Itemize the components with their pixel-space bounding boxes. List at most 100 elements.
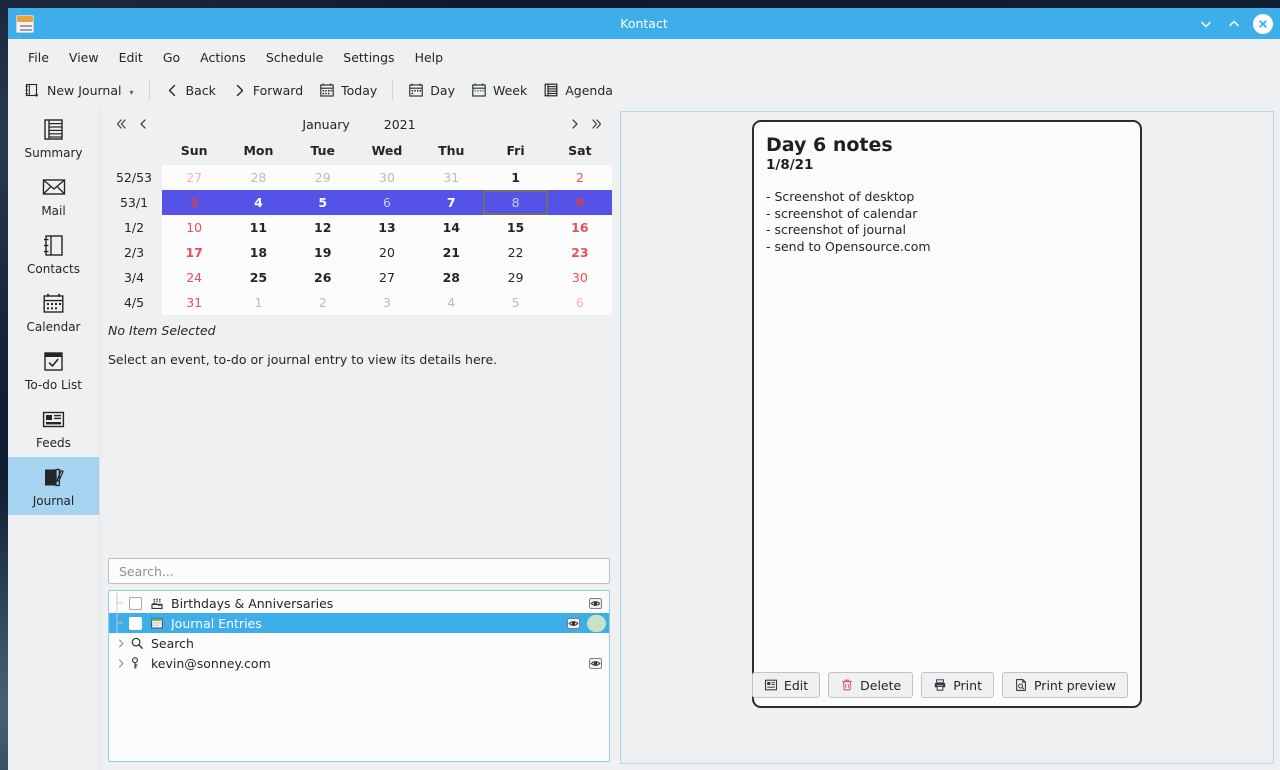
calendar-week-row[interactable]: 3/424252627282930 (106, 265, 612, 290)
menu-settings[interactable]: Settings (333, 48, 404, 67)
calendar-day-cell[interactable]: 9 (548, 190, 612, 215)
calendar-day-cell[interactable]: 28 (419, 265, 483, 290)
calendar-week-row[interactable]: 2/317181920212223 (106, 240, 612, 265)
today-button[interactable]: Today (311, 78, 385, 102)
week-number[interactable]: 52/53 (106, 165, 162, 190)
sidebar-item-todo-list[interactable]: To-do List (8, 341, 99, 399)
calendar-day-cell[interactable]: 7 (419, 190, 483, 215)
search-input[interactable] (117, 563, 601, 580)
chevron-down-icon[interactable]: ▾ (129, 88, 133, 97)
month-label[interactable]: January (298, 116, 353, 133)
calendar-day-cell[interactable]: 14 (419, 215, 483, 240)
calendar-week-row[interactable]: 53/13456789 (106, 190, 612, 215)
calendar-day-cell[interactable]: 31 (162, 290, 226, 315)
menu-go[interactable]: Go (153, 48, 190, 67)
prev-month-button[interactable] (132, 113, 154, 135)
week-number[interactable]: 1/2 (106, 215, 162, 240)
calendar-day-cell[interactable]: 15 (483, 215, 547, 240)
expander-icon[interactable] (113, 658, 129, 669)
calendar-day-cell[interactable]: 6 (355, 190, 419, 215)
calendar-week-row[interactable]: 52/53272829303112 (106, 165, 612, 190)
print-button[interactable]: Print (921, 672, 994, 698)
maximize-button[interactable] (1225, 15, 1243, 33)
expander-icon[interactable] (113, 638, 129, 649)
close-button[interactable] (1253, 14, 1273, 34)
visibility-eye-icon[interactable] (566, 616, 581, 631)
search-box[interactable] (108, 558, 610, 584)
week-number[interactable]: 4/5 (106, 290, 162, 315)
calendar-week-row[interactable]: 4/531123456 (106, 290, 612, 315)
calendar-day-cell[interactable]: 5 (483, 290, 547, 315)
minimize-button[interactable] (1197, 15, 1215, 33)
collection-color-swatch[interactable] (587, 615, 606, 632)
calendar-day-cell[interactable]: 11 (226, 215, 290, 240)
menu-view[interactable]: View (59, 48, 109, 67)
calendar-day-cell[interactable]: 5 (291, 190, 355, 215)
menu-schedule[interactable]: Schedule (256, 48, 333, 67)
menu-help[interactable]: Help (405, 48, 454, 67)
calendar-day-cell[interactable]: 12 (291, 215, 355, 240)
visibility-eye-icon[interactable] (588, 596, 603, 611)
calendar-day-cell[interactable]: 16 (548, 215, 612, 240)
prev-year-button[interactable] (110, 113, 132, 135)
calendar-day-cell[interactable]: 27 (355, 265, 419, 290)
calendar-day-cell[interactable]: 30 (548, 265, 612, 290)
sidebar-item-summary[interactable]: Summary (8, 109, 99, 167)
week-number[interactable]: 53/1 (106, 190, 162, 215)
calendar-week-row[interactable]: 1/210111213141516 (106, 215, 612, 240)
calendar-day-cell[interactable]: 22 (483, 240, 547, 265)
calendar-day-cell[interactable]: 23 (548, 240, 612, 265)
calendar-day-cell[interactable]: 6 (548, 290, 612, 315)
calendar-day-cell[interactable]: 28 (226, 165, 290, 190)
calendar-day-cell[interactable]: 24 (162, 265, 226, 290)
year-label[interactable]: 2021 (380, 116, 420, 133)
new-journal-button[interactable]: New Journal ▾ (16, 78, 142, 103)
collection-checkbox[interactable] (129, 617, 142, 630)
sidebar-item-calendar[interactable]: Calendar (8, 283, 99, 341)
back-button[interactable]: Back (157, 79, 224, 102)
calendar-day-cell[interactable]: 30 (355, 165, 419, 190)
sidebar-item-journal[interactable]: Journal (8, 457, 99, 515)
delete-button[interactable]: Delete (828, 672, 913, 698)
mini-calendar[interactable]: Sun Mon Tue Wed Thu Fri Sat 52/532728293… (106, 137, 612, 315)
calendar-day-cell[interactable]: 4 (419, 290, 483, 315)
journal-entry-card[interactable]: Day 6 notes 1/8/21 - Screenshot of deskt… (752, 120, 1142, 708)
calendar-day-cell[interactable]: 1 (483, 165, 547, 190)
calendar-day-cell[interactable]: 2 (548, 165, 612, 190)
calendar-day-cell[interactable]: 29 (291, 165, 355, 190)
sidebar-item-mail[interactable]: Mail (8, 167, 99, 225)
calendar-day-cell[interactable]: 8 (483, 190, 547, 215)
collection-row[interactable]: Birthdays & Anniversaries (109, 593, 609, 613)
collection-row[interactable]: Search (109, 633, 609, 653)
menu-edit[interactable]: Edit (109, 48, 153, 67)
collection-row[interactable]: Journal Entries (109, 613, 609, 633)
menu-actions[interactable]: Actions (190, 48, 256, 67)
week-number[interactable]: 3/4 (106, 265, 162, 290)
calendar-day-cell[interactable]: 2 (291, 290, 355, 315)
sidebar-item-contacts[interactable]: Contacts (8, 225, 99, 283)
calendar-day-cell[interactable]: 4 (226, 190, 290, 215)
calendar-day-cell[interactable]: 29 (483, 265, 547, 290)
calendar-day-cell[interactable]: 19 (291, 240, 355, 265)
day-view-button[interactable]: Day (400, 78, 463, 102)
calendar-day-cell[interactable]: 27 (162, 165, 226, 190)
sidebar-item-feeds[interactable]: Feeds (8, 399, 99, 457)
calendar-collection-list[interactable]: Birthdays & AnniversariesJournal Entries… (108, 590, 610, 762)
next-year-button[interactable] (586, 113, 608, 135)
next-month-button[interactable] (564, 113, 586, 135)
edit-button[interactable]: Edit (752, 672, 820, 698)
calendar-day-cell[interactable]: 26 (291, 265, 355, 290)
calendar-day-cell[interactable]: 13 (355, 215, 419, 240)
menu-file[interactable]: File (18, 48, 59, 67)
calendar-day-cell[interactable]: 25 (226, 265, 290, 290)
week-number[interactable]: 2/3 (106, 240, 162, 265)
calendar-day-cell[interactable]: 3 (162, 190, 226, 215)
calendar-day-cell[interactable]: 17 (162, 240, 226, 265)
visibility-eye-icon[interactable] (588, 656, 603, 671)
forward-button[interactable]: Forward (224, 79, 311, 102)
print-preview-button[interactable]: Print preview (1002, 672, 1128, 698)
agenda-view-button[interactable]: Agenda (535, 78, 621, 102)
calendar-day-cell[interactable]: 31 (419, 165, 483, 190)
calendar-day-cell[interactable]: 21 (419, 240, 483, 265)
calendar-day-cell[interactable]: 18 (226, 240, 290, 265)
